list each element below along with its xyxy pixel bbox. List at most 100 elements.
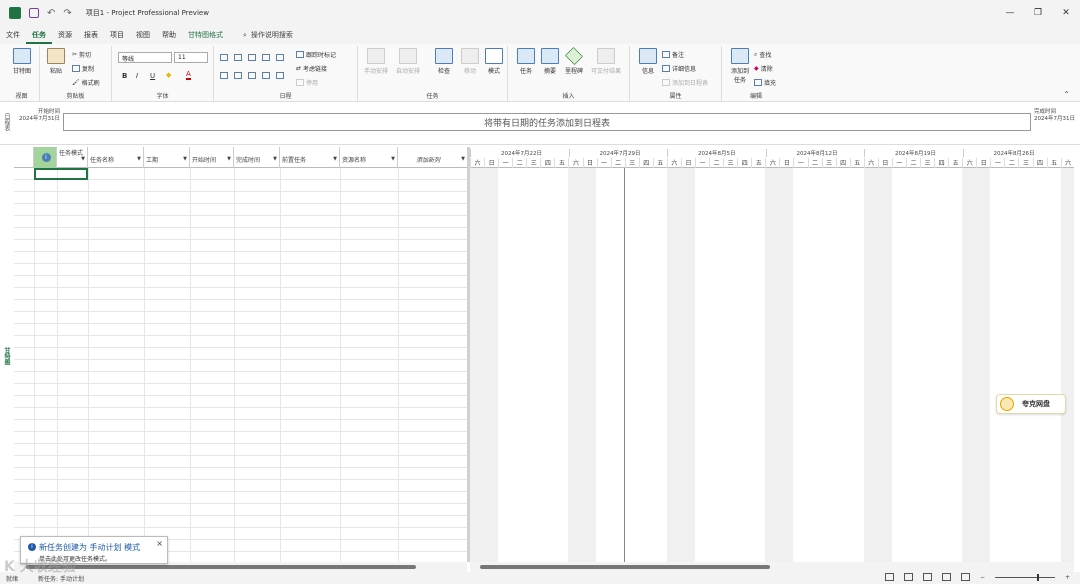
gantt-body[interactable] xyxy=(470,168,1074,562)
fill-button[interactable]: 填充 xyxy=(754,78,776,87)
day-label: 日 xyxy=(877,158,892,168)
col-task-mode[interactable]: 任务模式 ▼ xyxy=(57,147,88,168)
format-painter-button[interactable]: 🖌 格式刷 xyxy=(72,78,100,87)
col-resource-names[interactable]: 资源名称 ▼ xyxy=(340,147,398,168)
inspect-button[interactable]: 检查 xyxy=(430,48,458,75)
details-button[interactable]: 详细信息 xyxy=(662,64,696,73)
bold-button[interactable]: B xyxy=(122,72,127,80)
team-planner-icon[interactable] xyxy=(922,573,932,581)
close-icon[interactable]: × xyxy=(156,539,163,548)
inactivate-button[interactable]: 停用 xyxy=(296,78,318,87)
add-to-timeline-button[interactable]: 添加到 任务 xyxy=(726,48,754,84)
notes-button[interactable]: 备注 xyxy=(662,50,684,59)
dropdown-arrow-icon[interactable]: ▼ xyxy=(273,156,277,162)
task-icon xyxy=(517,48,535,64)
tab-view[interactable]: 视图 xyxy=(130,26,156,44)
gantt-chart-button[interactable]: 甘特图 xyxy=(8,48,36,75)
tab-help[interactable]: 帮助 xyxy=(156,26,182,44)
maximize-button[interactable]: ❐ xyxy=(1024,0,1052,26)
active-cell[interactable] xyxy=(34,168,88,180)
grid-scroll-thumb[interactable] xyxy=(26,565,416,569)
minimize-button[interactable]: — xyxy=(996,0,1024,26)
redo-icon[interactable]: ↷ xyxy=(63,8,71,19)
pct-75-button[interactable] xyxy=(262,54,270,61)
manually-schedule-button[interactable]: 手动安排 xyxy=(362,48,390,75)
pin-icon xyxy=(367,48,385,64)
tab-gantt-format[interactable]: 甘特图格式 xyxy=(182,26,229,44)
font-size-select[interactable]: 11 xyxy=(174,52,208,63)
col-add-new[interactable]: 添加新列 ▼ xyxy=(398,147,467,168)
auto-schedule-button[interactable]: 自动安排 xyxy=(394,48,422,75)
information-button[interactable]: 信息 xyxy=(634,48,662,75)
col-duration[interactable]: 工期 ▼ xyxy=(144,147,190,168)
italic-button[interactable]: I xyxy=(136,72,138,80)
dropdown-arrow-icon[interactable]: ▼ xyxy=(391,156,395,162)
respect-links-button[interactable]: ⇄ 考虑链接 xyxy=(296,64,327,73)
tell-me-search[interactable]: ⌕ 操作说明搜索 xyxy=(243,30,293,40)
col-finish-label: 完成时间 xyxy=(236,157,261,164)
report-icon[interactable] xyxy=(960,573,970,581)
clear-button[interactable]: ◆ 清除 xyxy=(754,64,773,73)
col-task-name[interactable]: 任务名称 ▼ xyxy=(88,147,144,168)
close-button[interactable]: ✕ xyxy=(1052,0,1080,26)
unlink-tasks-button[interactable] xyxy=(262,72,270,79)
dropdown-arrow-icon[interactable]: ▼ xyxy=(81,156,85,163)
paste-button[interactable]: 粘贴 xyxy=(42,48,70,75)
save-icon[interactable] xyxy=(29,8,39,18)
col-predecessors[interactable]: 前置任务 ▼ xyxy=(280,147,340,168)
col-finish[interactable]: 完成时间 ▼ xyxy=(234,147,280,168)
gantt-scroll-thumb[interactable] xyxy=(480,565,770,569)
highlight-color-icon[interactable]: ◆ xyxy=(166,71,171,79)
select-all-corner[interactable] xyxy=(14,147,34,168)
font-color-icon[interactable]: A xyxy=(186,70,191,80)
tab-resource[interactable]: 资源 xyxy=(52,26,78,44)
split-task-button[interactable] xyxy=(276,72,284,79)
font-name-select[interactable]: 等线 xyxy=(118,52,172,63)
indent-button[interactable] xyxy=(234,72,242,79)
timeline-bar[interactable]: 将带有日期的任务添加到日程表 xyxy=(63,113,1031,131)
group-schedule: 跟踪时标记 ⇄ 考虑链接 停用 日程 xyxy=(214,46,358,102)
tab-task[interactable]: 任务 xyxy=(26,26,52,44)
col-start[interactable]: 开始时间 ▼ xyxy=(190,147,234,168)
dropdown-arrow-icon[interactable]: ▼ xyxy=(227,156,231,162)
zoom-out-icon[interactable]: − xyxy=(980,574,985,581)
quark-cloud-widget[interactable]: 夸克网盘 xyxy=(996,394,1066,414)
tab-project[interactable]: 项目 xyxy=(104,26,130,44)
pct-50-button[interactable] xyxy=(248,54,256,61)
tab-report[interactable]: 报表 xyxy=(78,26,104,44)
pct-75-icon xyxy=(262,54,270,61)
pct-100-button[interactable] xyxy=(276,54,284,61)
group-clipboard: 粘贴 ✂ 剪切 复制 🖌 格式刷 剪贴板 xyxy=(40,46,112,102)
undo-icon[interactable]: ↶ xyxy=(47,8,55,19)
outdent-button[interactable] xyxy=(220,72,228,79)
dropdown-arrow-icon[interactable]: ▼ xyxy=(333,156,337,162)
indicator-column-header[interactable]: i xyxy=(34,147,57,168)
find-button[interactable]: ⌕ 查找 xyxy=(754,50,771,60)
zoom-slider[interactable] xyxy=(994,573,1055,581)
gantt-view-icon[interactable] xyxy=(884,573,894,581)
task-rows[interactable] xyxy=(14,168,467,562)
deliverable-button[interactable]: 可交付结果 xyxy=(588,48,624,75)
cut-button[interactable]: ✂ 剪切 xyxy=(72,50,91,59)
mark-on-track-button[interactable]: 跟踪时标记 xyxy=(296,50,336,59)
group-properties-label: 属性 xyxy=(669,93,682,100)
dropdown-arrow-icon[interactable]: ▼ xyxy=(183,156,187,162)
pct-0-button[interactable] xyxy=(220,54,228,61)
zoom-in-icon[interactable]: + xyxy=(1065,574,1070,581)
resource-sheet-icon[interactable] xyxy=(941,573,951,581)
add-to-timeline-small-button[interactable]: 添加到日程表 xyxy=(662,78,708,87)
copy-button[interactable]: 复制 xyxy=(72,64,94,73)
dropdown-arrow-icon[interactable]: ▼ xyxy=(461,156,465,162)
collapse-ribbon-icon[interactable]: ⌃ xyxy=(1063,90,1070,99)
pct-25-button[interactable] xyxy=(234,54,242,61)
summary-icon xyxy=(541,48,559,64)
task-usage-icon[interactable] xyxy=(903,573,913,581)
dropdown-arrow-icon[interactable]: ▼ xyxy=(137,156,141,162)
underline-button[interactable]: U xyxy=(150,72,155,80)
link-tasks-button[interactable] xyxy=(248,72,256,79)
milestone-button[interactable]: 里程碑 xyxy=(560,46,588,75)
zoom-slider-knob[interactable] xyxy=(1036,573,1039,581)
gantt-hscrollbar[interactable] xyxy=(470,562,1074,572)
tab-file[interactable]: 文件 xyxy=(0,26,26,44)
mode-button[interactable]: 模式 xyxy=(480,48,508,75)
